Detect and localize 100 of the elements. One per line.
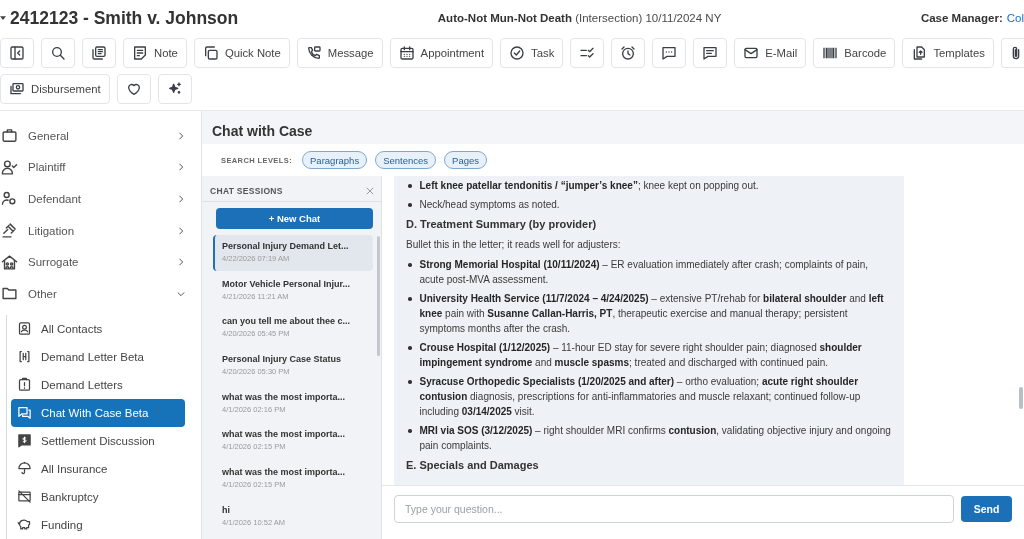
contact-card-icon <box>17 321 32 337</box>
page-title: Chat with Case <box>212 123 313 139</box>
email-button[interactable]: E-Mail <box>734 38 807 68</box>
sidebar-subitem[interactable]: Funding <box>11 510 185 539</box>
session-title: what was the most importa... <box>222 390 347 404</box>
section-heading: D. Treatment Summary (by provider) <box>406 217 598 232</box>
sidebar-subitem[interactable]: Bankruptcy <box>11 482 185 511</box>
umbrella-icon <box>17 461 32 477</box>
bullet-icon <box>408 263 412 267</box>
search-icon <box>50 45 66 61</box>
document-upload-icon <box>911 45 928 61</box>
appointment-button[interactable]: Appointment <box>389 38 494 68</box>
piggy-bank-icon <box>17 517 32 533</box>
sidebar-item[interactable]: Other <box>0 277 201 310</box>
crossed-card-icon <box>17 489 32 505</box>
search-button[interactable] <box>41 38 75 68</box>
send-button[interactable]: Send <box>961 496 1012 522</box>
templates-button[interactable]: Templates <box>902 38 994 68</box>
session-title: what was the most importa... <box>222 466 347 480</box>
checklist-icon <box>579 45 596 61</box>
barcode-button[interactable]: Barcode <box>813 38 896 68</box>
panel-toggle-button[interactable] <box>0 38 34 68</box>
sidebar-subitem[interactable]: Settlement Discussion <box>11 426 185 455</box>
documents-button[interactable] <box>82 38 116 68</box>
note-icon <box>132 45 148 61</box>
sidebar-item[interactable]: Surrogate <box>0 246 201 278</box>
attach-button[interactable] <box>1000 38 1024 68</box>
new-chat-button[interactable]: + New Chat <box>216 208 373 229</box>
disbursement-button[interactable]: Disbursement <box>0 74 110 104</box>
chat-button[interactable] <box>652 38 687 68</box>
search-level-chip[interactable]: Pages <box>444 151 487 169</box>
bullet-icon <box>408 429 412 433</box>
comments-button[interactable] <box>693 38 728 68</box>
session-title: Motor Vehicle Personal Injur... <box>222 277 352 291</box>
list-item-text: Syracuse Orthopedic Specialists (1/20/2025 and after) – ortho evaluation; acute right shoulder contusion diagnosis, prescriptions for anti-inflammatories and muscle relaxant; continued follow-up including 03/14/2025 visit. <box>419 375 862 419</box>
checklist-button[interactable] <box>570 38 605 68</box>
list-item-text: Left knee patellar tendonitis / “jumper’s knee”; knee kept on popping out. <box>419 179 760 193</box>
favorite-button[interactable] <box>116 74 151 104</box>
person-check-icon <box>1 158 18 176</box>
search-level-chip[interactable]: Paragraphs <box>302 151 368 169</box>
chat-bubbles-icon <box>17 405 32 421</box>
phone-message-icon <box>305 45 322 61</box>
caret-down-icon[interactable] <box>0 16 6 20</box>
sessions-title: CHAT SESSIONS <box>210 185 283 196</box>
check-circle-icon <box>509 45 526 61</box>
panel-icon <box>9 45 25 61</box>
session-title: can you tell me about thee c... <box>222 315 352 329</box>
session-title: what was the most importa... <box>222 428 347 442</box>
bullet-icon <box>408 184 412 188</box>
sidebar-subitem[interactable]: All Contacts <box>11 314 185 343</box>
alert-clipboard-icon <box>17 377 32 393</box>
envelope-icon <box>743 45 760 61</box>
calendar-icon <box>398 45 415 61</box>
sidebar-subitem[interactable]: Demand Letters <box>11 370 185 399</box>
task-button[interactable]: Task <box>500 38 564 68</box>
bullet-icon <box>408 203 412 207</box>
documents-icon <box>91 45 107 61</box>
heart-icon <box>125 81 142 97</box>
scrollbar-thumb[interactable] <box>1019 387 1023 409</box>
sidebar-item[interactable]: Defendant <box>0 183 201 215</box>
bullet-icon <box>408 380 412 384</box>
list-item-text: University Health Service (11/7/2024 – 4/24/2025) – extensive PT/rehab for bilateral shoulder and left knee pain with Susanne Callan-Harris, PT, therapeutic exercise and manual therapy; persistent symptoms months after the crash. <box>419 292 885 336</box>
reminder-button[interactable] <box>611 38 646 68</box>
people-icon <box>1 190 18 208</box>
alarm-clock-icon <box>620 45 637 61</box>
note-button[interactable]: Note <box>123 38 187 68</box>
list-item-text: Crouse Hospital (1/12/2025) – 11-hour ED stay for severe right shoulder pain; diagnosed shoulder impingement syndrome and muscle spasms; treated and discharged with continued pain. <box>419 341 863 370</box>
case-info-text: Auto-Not Mun-Not Death (Intersection) 10/11/2024 NY <box>437 12 722 24</box>
case-manager-link[interactable]: Col <box>1006 12 1024 24</box>
sidebar-subitem[interactable]: Chat With Case Beta <box>11 398 185 427</box>
search-level-chip[interactable]: Sentences <box>375 151 437 169</box>
sidebar-item[interactable]: General <box>0 120 201 152</box>
sparkle-button[interactable] <box>157 74 192 104</box>
bullet-icon <box>408 346 412 350</box>
message-button[interactable]: Message <box>296 38 383 68</box>
sidebar-item[interactable]: Plaintiff <box>0 151 201 184</box>
house-people-icon <box>1 253 18 271</box>
session-title: Personal Injury Demand Let... <box>222 240 350 253</box>
question-input[interactable]: Type your question... <box>394 495 954 523</box>
sidebar-subitem[interactable]: All Insurance <box>11 454 185 483</box>
list-item-text: Neck/head symptoms as noted. <box>419 198 561 212</box>
case-manager-label: Case Manager: <box>920 12 1003 24</box>
sidebar-item[interactable]: Litigation <box>0 214 201 247</box>
chat-dots-icon <box>661 45 678 61</box>
quick-note-button[interactable]: Quick Note <box>193 38 290 68</box>
section-heading: E. Specials and Damages <box>406 458 540 473</box>
close-icon <box>365 185 375 196</box>
barcode-icon <box>822 45 839 61</box>
case-title: 2412123 - Smith v. Johnson <box>10 7 239 29</box>
session-title: hi <box>222 503 231 517</box>
chat-lines-icon <box>702 45 719 61</box>
copy-icon <box>202 45 219 61</box>
message-paragraph: Bullet this in the letter; it reads well for adjusters: <box>406 238 622 252</box>
briefcase-icon <box>1 127 18 145</box>
session-title: Personal Injury Case Status <box>222 353 343 367</box>
bullet-icon <box>408 297 412 301</box>
list-item-text: Strong Memorial Hospital (10/11/2024) – ER evaluation immediately after crash; complaints of pain, acute post-MVA assessment. <box>419 258 870 287</box>
banknote-icon <box>9 81 25 97</box>
gavel-icon <box>1 222 18 240</box>
sidebar-subitem[interactable]: Demand Letter Beta <box>11 342 185 371</box>
